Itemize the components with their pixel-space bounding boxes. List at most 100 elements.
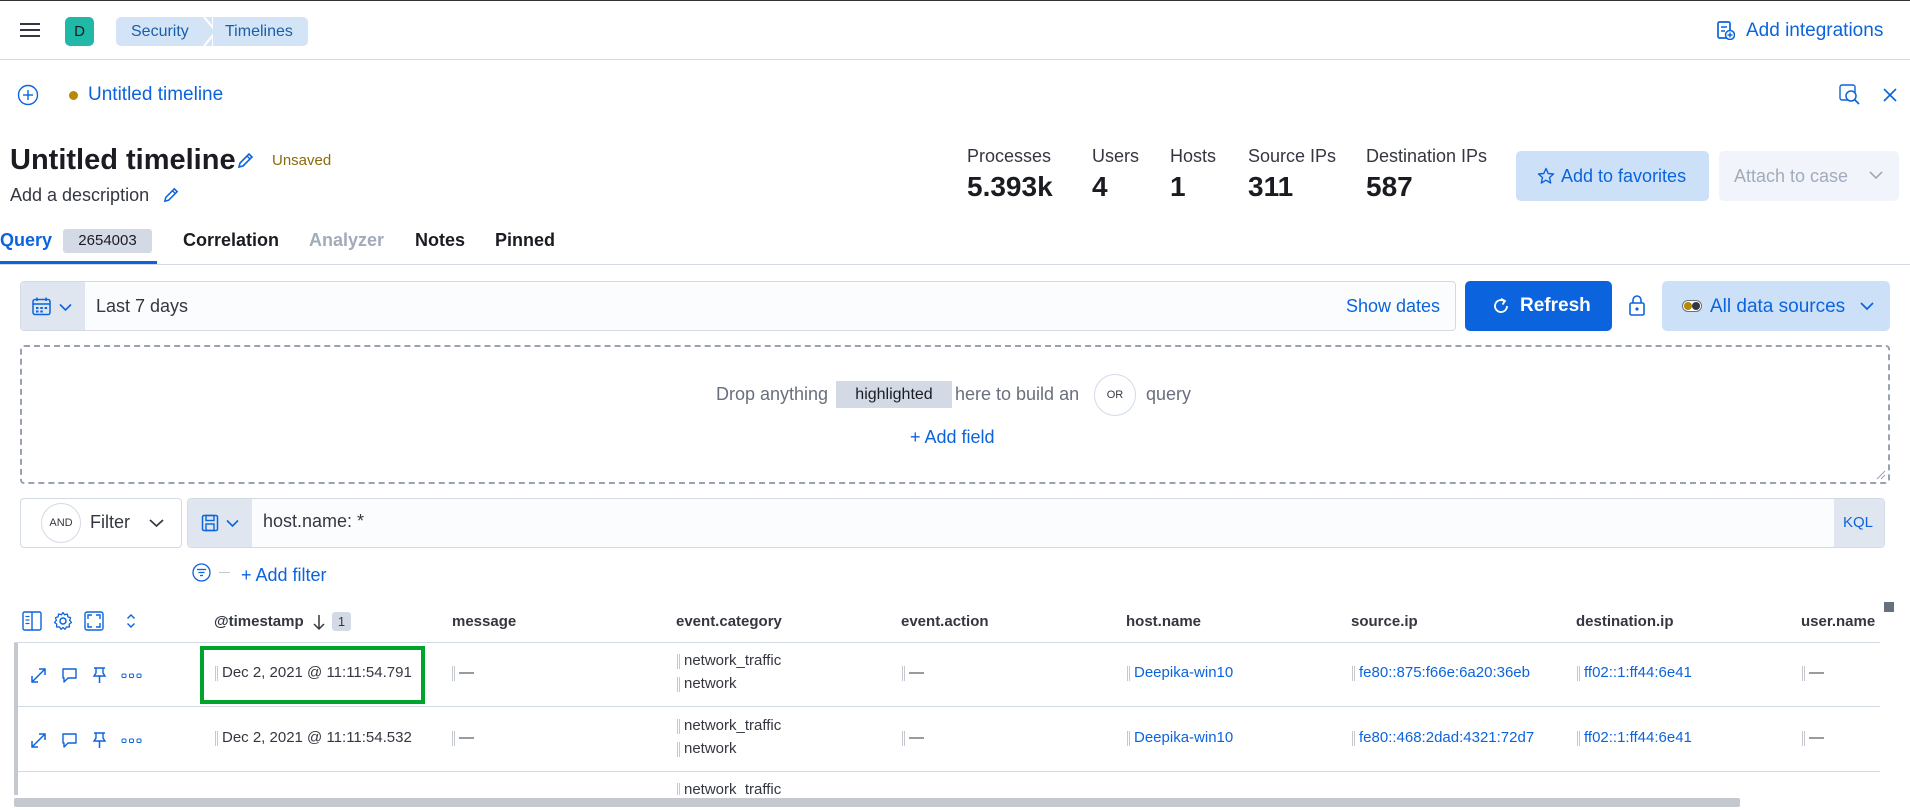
expand-icon[interactable] bbox=[29, 666, 48, 685]
data-provider-dropzone[interactable] bbox=[20, 345, 1890, 484]
breadcrumb-security[interactable]: Security bbox=[116, 17, 212, 46]
add-filter-link[interactable]: + Add filter bbox=[241, 565, 327, 586]
cell-host[interactable]: Deepika-win10 bbox=[1127, 729, 1233, 746]
stat-label: Hosts bbox=[1170, 146, 1217, 166]
menu-icon[interactable] bbox=[20, 21, 40, 39]
column-header-timestamp[interactable]: @timestamp bbox=[214, 613, 304, 630]
column-header-user-name[interactable]: user.name bbox=[1801, 613, 1875, 630]
tab-query[interactable]: Query bbox=[0, 230, 52, 251]
quick-select-button[interactable] bbox=[21, 282, 85, 330]
comment-icon[interactable] bbox=[61, 666, 78, 685]
attach-to-case-button[interactable]: Attach to case bbox=[1719, 151, 1899, 201]
date-range-label[interactable]: Last 7 days bbox=[96, 296, 188, 317]
host-value[interactable]: Deepika-win10 bbox=[1134, 729, 1233, 746]
resize-handle-icon[interactable] bbox=[1876, 470, 1886, 480]
show-dates-link[interactable]: Show dates bbox=[1346, 296, 1440, 317]
chevron-down-icon bbox=[226, 519, 239, 528]
category-value: network_traffic bbox=[684, 717, 782, 734]
filter-operator-box[interactable]: AND Filter bbox=[20, 498, 182, 548]
more-actions-icon[interactable] bbox=[121, 731, 142, 750]
refresh-button[interactable]: Refresh bbox=[1465, 281, 1612, 331]
space-avatar[interactable]: D bbox=[65, 17, 94, 46]
stat-label: Processes bbox=[967, 146, 1052, 166]
pin-icon[interactable] bbox=[91, 731, 108, 750]
cell-source-ip[interactable]: fe80::875:f66e:6a20:36eb bbox=[1352, 664, 1530, 681]
comment-icon[interactable] bbox=[61, 731, 78, 750]
add-to-favorites-button[interactable]: Add to favorites bbox=[1516, 151, 1709, 201]
calendar-icon bbox=[32, 297, 52, 316]
tab-analyzer[interactable]: Analyzer bbox=[309, 230, 384, 251]
breadcrumb-timelines[interactable]: Timelines bbox=[213, 17, 308, 46]
destination-ip-value[interactable]: ff02::1:ff44:6e41 bbox=[1584, 664, 1692, 681]
column-header-host-name[interactable]: host.name bbox=[1126, 613, 1201, 630]
edit-description-pencil-icon[interactable] bbox=[162, 186, 180, 204]
sort-order-badge: 1 bbox=[332, 612, 351, 631]
cell-user[interactable]: — bbox=[1802, 729, 1824, 746]
cell-destination-ip[interactable]: ff02::1:ff44:6e41 bbox=[1577, 729, 1692, 746]
column-header-message[interactable]: message bbox=[452, 613, 516, 630]
cell-destination-ip[interactable]: ff02::1:ff44:6e41 bbox=[1577, 664, 1692, 681]
cell-message[interactable]: — bbox=[452, 664, 474, 681]
tab-pinned[interactable]: Pinned bbox=[495, 230, 555, 251]
cell-category-2[interactable]: network bbox=[677, 740, 737, 757]
cell-action[interactable]: — bbox=[902, 729, 924, 746]
expand-icon[interactable] bbox=[29, 731, 48, 750]
add-field-link[interactable]: + Add field bbox=[910, 427, 995, 448]
source-ip-value[interactable]: fe80::468:2dad:4321:72d7 bbox=[1359, 729, 1534, 746]
more-actions-icon[interactable] bbox=[121, 666, 142, 685]
column-header-destination-ip[interactable]: destination.ip bbox=[1576, 613, 1674, 630]
cell-category-1[interactable]: network_traffic bbox=[677, 652, 781, 669]
tab-correlation[interactable]: Correlation bbox=[183, 230, 279, 251]
stat-hosts: Hosts 1 bbox=[1170, 146, 1216, 203]
lock-icon[interactable] bbox=[1628, 294, 1646, 316]
destination-ip-value[interactable]: ff02::1:ff44:6e41 bbox=[1584, 729, 1692, 746]
sort-icon[interactable] bbox=[126, 613, 136, 629]
timeline-tab-title[interactable]: Untitled timeline bbox=[88, 84, 223, 106]
category-value: network bbox=[684, 675, 737, 692]
cell-category-1[interactable]: network_traffic bbox=[677, 717, 781, 734]
timestamp-value: Dec 2, 2021 @ 11:11:54.791 bbox=[222, 664, 412, 681]
fields-browser-icon[interactable] bbox=[22, 611, 42, 631]
close-icon[interactable] bbox=[1883, 88, 1897, 102]
add-integrations-icon[interactable] bbox=[1716, 21, 1735, 40]
save-icon bbox=[201, 514, 219, 532]
query-input[interactable]: host.name: * bbox=[263, 511, 364, 532]
pin-icon[interactable] bbox=[91, 666, 108, 685]
cell-host[interactable]: Deepika-win10 bbox=[1127, 664, 1233, 681]
new-timeline-icon[interactable] bbox=[17, 84, 39, 106]
host-value[interactable]: Deepika-win10 bbox=[1134, 664, 1233, 681]
sort-descending-icon[interactable] bbox=[312, 613, 326, 631]
cell-user[interactable]: — bbox=[1802, 664, 1824, 681]
highlighted-badge: highlighted bbox=[836, 381, 952, 408]
cell-source-ip[interactable]: fe80::468:2dad:4321:72d7 bbox=[1352, 729, 1534, 746]
gear-icon[interactable] bbox=[53, 611, 73, 631]
cell-timestamp[interactable]: Dec 2, 2021 @ 11:11:54.791 bbox=[215, 664, 412, 681]
horizontal-scrollbar[interactable] bbox=[14, 798, 1740, 807]
cell-action[interactable]: — bbox=[902, 664, 924, 681]
tabs-divider bbox=[0, 264, 1910, 265]
data-sources-button[interactable]: All data sources bbox=[1662, 281, 1890, 331]
scroll-indicator[interactable] bbox=[1884, 602, 1894, 612]
add-integrations-link[interactable]: Add integrations bbox=[1746, 20, 1883, 42]
cell-timestamp[interactable]: Dec 2, 2021 @ 11:11:54.532 bbox=[215, 729, 412, 746]
refresh-icon bbox=[1492, 297, 1510, 315]
fullscreen-icon[interactable] bbox=[84, 611, 104, 631]
refresh-label: Refresh bbox=[1520, 295, 1591, 316]
and-badge: AND bbox=[41, 503, 81, 543]
query-language-button[interactable]: KQL bbox=[1834, 499, 1884, 547]
cell-message[interactable]: — bbox=[452, 729, 474, 746]
message-value: — bbox=[459, 729, 474, 746]
edit-title-pencil-icon[interactable] bbox=[236, 151, 255, 170]
filter-divider bbox=[219, 572, 230, 573]
column-header-event-category[interactable]: event.category bbox=[676, 613, 782, 630]
column-header-source-ip[interactable]: source.ip bbox=[1351, 613, 1418, 630]
source-ip-value[interactable]: fe80::875:f66e:6a20:36eb bbox=[1359, 664, 1530, 681]
cell-category-2[interactable]: network bbox=[677, 675, 737, 692]
tab-notes[interactable]: Notes bbox=[415, 230, 465, 251]
filter-icon[interactable] bbox=[192, 563, 211, 582]
saved-query-button[interactable] bbox=[188, 499, 252, 547]
column-header-event-action[interactable]: event.action bbox=[901, 613, 989, 630]
inspect-icon[interactable] bbox=[1839, 84, 1861, 106]
stat-destination-ips: Destination IPs 587 bbox=[1366, 146, 1487, 203]
add-description-label[interactable]: Add a description bbox=[10, 185, 149, 206]
